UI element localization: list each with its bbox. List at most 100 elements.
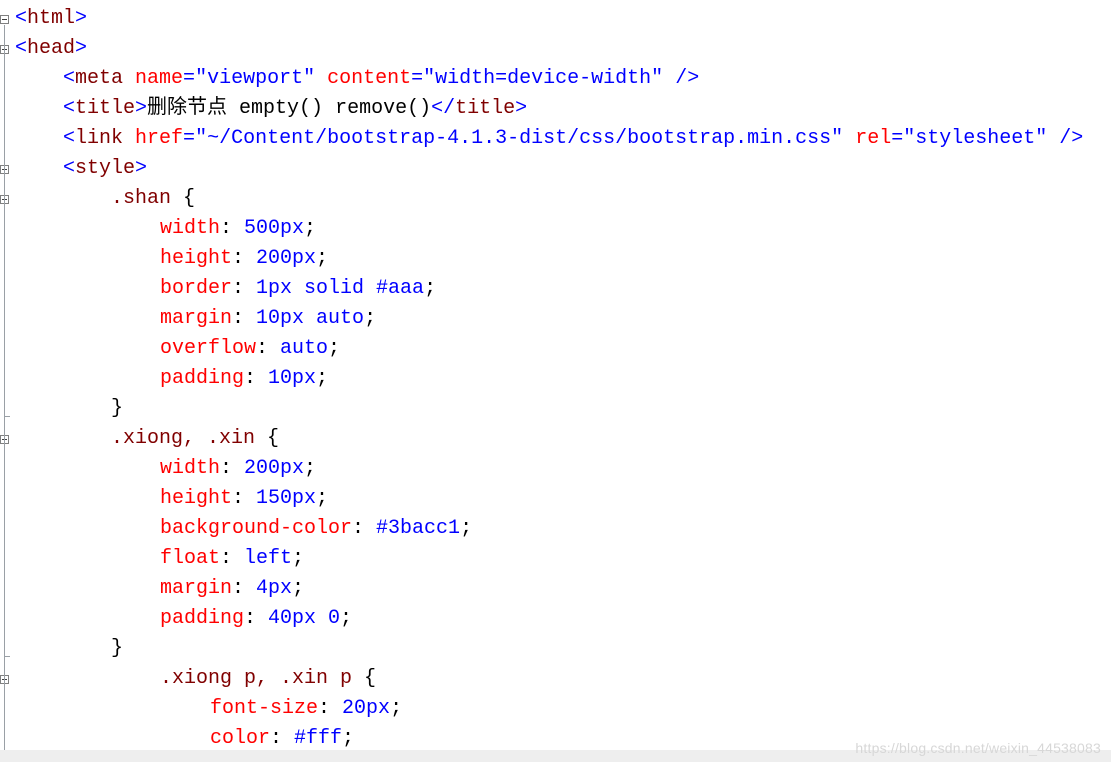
code-token: < (15, 37, 28, 60)
code-line[interactable]: margin: 4px; (0, 574, 1111, 604)
code-editor[interactable]: <html> <head> <meta name="viewport" conten… (0, 0, 1111, 750)
code-token: .xiong, .xin (111, 427, 268, 450)
code-token: 200px (244, 457, 305, 480)
code-line[interactable]: <style> (0, 154, 1111, 184)
code-line[interactable]: width: 200px; (0, 454, 1111, 484)
code-token: < (15, 7, 28, 30)
code-token: 4px (256, 577, 293, 600)
code-token: float (160, 547, 221, 570)
code-token: 1px solid #aaa (256, 277, 425, 300)
code-line[interactable]: height: 150px; (0, 484, 1111, 514)
code-token: < (63, 97, 76, 120)
code-token: name (135, 67, 184, 90)
code-token: : (352, 517, 377, 540)
code-token: </ (431, 97, 456, 120)
code-line[interactable]: padding: 10px; (0, 364, 1111, 394)
code-token: { (364, 667, 377, 690)
code-line[interactable]: .xiong p, .xin p { (0, 664, 1111, 694)
code-line[interactable]: <link href="~/Content/bootstrap-4.1.3-di… (0, 124, 1111, 154)
code-line-text: padding: 10px; (160, 364, 328, 394)
code-line-text: } (111, 394, 123, 424)
code-token: ; (316, 367, 329, 390)
code-token: 40px 0 (268, 607, 341, 630)
code-line[interactable]: .xiong, .xin { (0, 424, 1111, 454)
code-token: ; (316, 487, 329, 510)
code-line[interactable]: margin: 10px auto; (0, 304, 1111, 334)
code-token: "stylesheet" (903, 127, 1048, 150)
code-token: : (232, 577, 257, 600)
code-line[interactable]: <title>删除节点 empty() remove()</title> (0, 94, 1111, 124)
code-line[interactable]: } (0, 634, 1111, 664)
code-line[interactable]: font-size: 20px; (0, 694, 1111, 724)
code-token: margin (160, 307, 233, 330)
code-token: content (327, 67, 412, 90)
code-token: #3bacc1 (376, 517, 461, 540)
code-token: meta (75, 67, 136, 90)
code-token: 150px (256, 487, 317, 510)
code-line-text: <title>删除节点 empty() remove()</title> (63, 94, 527, 124)
code-line-text: padding: 40px 0; (160, 604, 352, 634)
code-token: title (455, 97, 516, 120)
code-line[interactable]: border: 1px solid #aaa; (0, 274, 1111, 304)
code-token: 500px (244, 217, 305, 240)
code-line-text: width: 200px; (160, 454, 316, 484)
code-line[interactable]: .shan { (0, 184, 1111, 214)
code-token: : (220, 217, 245, 240)
code-token: : (220, 457, 245, 480)
code-token: } (111, 637, 124, 660)
code-token: = (891, 127, 904, 150)
code-line[interactable]: <html> (0, 4, 1111, 34)
code-token: ; (390, 697, 403, 720)
code-token: = (183, 127, 196, 150)
code-line[interactable]: <meta name="viewport" content="width=dev… (0, 64, 1111, 94)
code-line[interactable]: overflow: auto; (0, 334, 1111, 364)
code-token: > (515, 97, 528, 120)
code-line-text: .xiong, .xin { (111, 424, 279, 454)
code-token: } (111, 397, 124, 420)
code-token: .shan (111, 187, 184, 210)
code-token: "~/Content/bootstrap-4.1.3-dist/css/boot… (195, 127, 844, 150)
code-token: : (270, 727, 295, 750)
code-token: style (75, 157, 136, 180)
code-token: = (411, 67, 424, 90)
code-line-text: background-color: #3bacc1; (160, 514, 472, 544)
code-token: ; (364, 307, 377, 330)
code-token: font-size (210, 697, 319, 720)
code-token: width (160, 457, 221, 480)
code-line-text: <html> (15, 4, 87, 34)
watermark: https://blog.csdn.net/weixin_44538083 (855, 740, 1101, 756)
code-line-text: margin: 10px auto; (160, 304, 376, 334)
code-token: #fff (294, 727, 343, 750)
code-line[interactable]: width: 500px; (0, 214, 1111, 244)
code-token: > (75, 37, 88, 60)
code-token: padding (160, 607, 245, 630)
code-token: : (232, 307, 257, 330)
code-token: "width=device-width" (423, 67, 664, 90)
code-token: height (160, 247, 233, 270)
code-line-text: overflow: auto; (160, 334, 340, 364)
code-token: ; (304, 217, 317, 240)
code-token: : (318, 697, 343, 720)
code-line[interactable]: <head> (0, 34, 1111, 64)
code-line[interactable]: padding: 40px 0; (0, 604, 1111, 634)
code-token: ; (292, 547, 305, 570)
code-token: 10px (268, 367, 317, 390)
code-line-text: <link href="~/Content/bootstrap-4.1.3-di… (63, 124, 1083, 154)
code-token: ; (460, 517, 473, 540)
code-line[interactable]: height: 200px; (0, 244, 1111, 274)
code-token: left (244, 547, 293, 570)
code-line-text: <meta name="viewport" content="width=dev… (63, 64, 699, 94)
code-token: color (210, 727, 271, 750)
code-token: href (135, 127, 184, 150)
code-line[interactable]: background-color: #3bacc1; (0, 514, 1111, 544)
code-line-text: height: 200px; (160, 244, 328, 274)
code-line[interactable]: } (0, 394, 1111, 424)
code-token: rel (855, 127, 892, 150)
code-token: : (256, 337, 281, 360)
code-line-text: font-size: 20px; (210, 694, 402, 724)
code-token: : (232, 277, 257, 300)
code-line[interactable]: float: left; (0, 544, 1111, 574)
code-token: border (160, 277, 233, 300)
code-token: ; (424, 277, 437, 300)
